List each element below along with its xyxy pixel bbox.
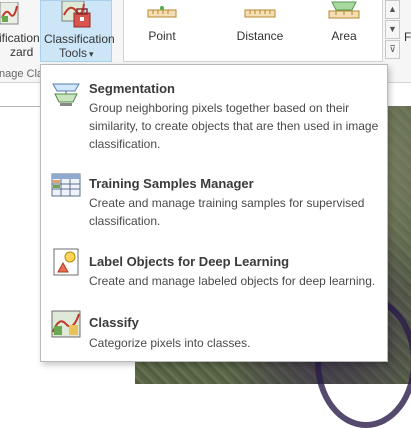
gallery-area-label: Area: [331, 29, 357, 43]
classification-tools-label-line1: Classification: [44, 32, 115, 46]
segmentation-title: Segmentation: [89, 81, 175, 96]
menu-item-label-objects[interactable]: Label Objects for Deep Learning Create a…: [41, 239, 387, 301]
classify-title: Classify: [89, 315, 139, 330]
gallery-item-distance[interactable]: Distance: [228, 0, 292, 43]
chevron-down-icon: ▾: [89, 49, 94, 59]
classify-icon: [51, 310, 81, 338]
menu-item-training-samples-manager[interactable]: Training Samples Manager Create and mana…: [41, 161, 387, 235]
measure-distance-icon: [244, 9, 276, 18]
gallery-point-label: Point: [148, 29, 176, 43]
gallery-scroll-up-button[interactable]: ▲: [385, 0, 400, 19]
gallery-item-area[interactable]: Area: [320, 0, 368, 43]
training-samples-title: Training Samples Manager: [89, 176, 254, 191]
classification-tools-icon: [61, 1, 91, 28]
classification-wizard-button[interactable]: ification zard: [0, 0, 40, 66]
chevron-up-icon: ▲: [388, 4, 397, 14]
label-objects-title: Label Objects for Deep Learning: [89, 254, 290, 269]
training-samples-description: Create and manage training samples for s…: [89, 196, 365, 228]
classification-wizard-icon: [0, 2, 19, 25]
label-objects-description: Create and manage labeled objects for de…: [89, 274, 376, 288]
chevron-down-icon: ▼: [388, 24, 397, 34]
group-label: nage Cla: [0, 68, 44, 80]
gallery-expand-button[interactable]: ⊽: [385, 40, 400, 59]
gallery-item-point[interactable]: Point: [138, 0, 186, 43]
classify-description: Categorize pixels into classes.: [89, 336, 251, 350]
classification-tools-button[interactable]: Classification Tools ▾: [40, 0, 115, 62]
menu-item-segmentation[interactable]: Segmentation Group neighboring pixels to…: [41, 65, 387, 157]
measure-point-icon: [147, 6, 177, 18]
training-samples-icon: [51, 173, 81, 197]
ribbon-right-edge-label: F: [404, 30, 411, 44]
measure-area-icon: [328, 1, 360, 19]
gallery-scroll-down-button[interactable]: ▼: [385, 20, 400, 39]
measurement-gallery: Point Distance Area: [123, 0, 383, 62]
wizard-label-line1: ification: [0, 31, 40, 45]
classification-tools-menu: Segmentation Group neighboring pixels to…: [40, 64, 388, 362]
menu-item-classify[interactable]: Classify Categorize pixels into classes.: [41, 305, 387, 359]
classification-tools-label-line2: Tools: [59, 46, 88, 60]
segmentation-icon: [52, 83, 80, 106]
gallery-distance-label: Distance: [236, 29, 284, 43]
segmentation-description: Group neighboring pixels together based …: [89, 101, 379, 151]
label-objects-icon: [53, 248, 79, 276]
expand-icon: ⊽: [389, 44, 396, 54]
wizard-label-line2: zard: [10, 45, 34, 59]
